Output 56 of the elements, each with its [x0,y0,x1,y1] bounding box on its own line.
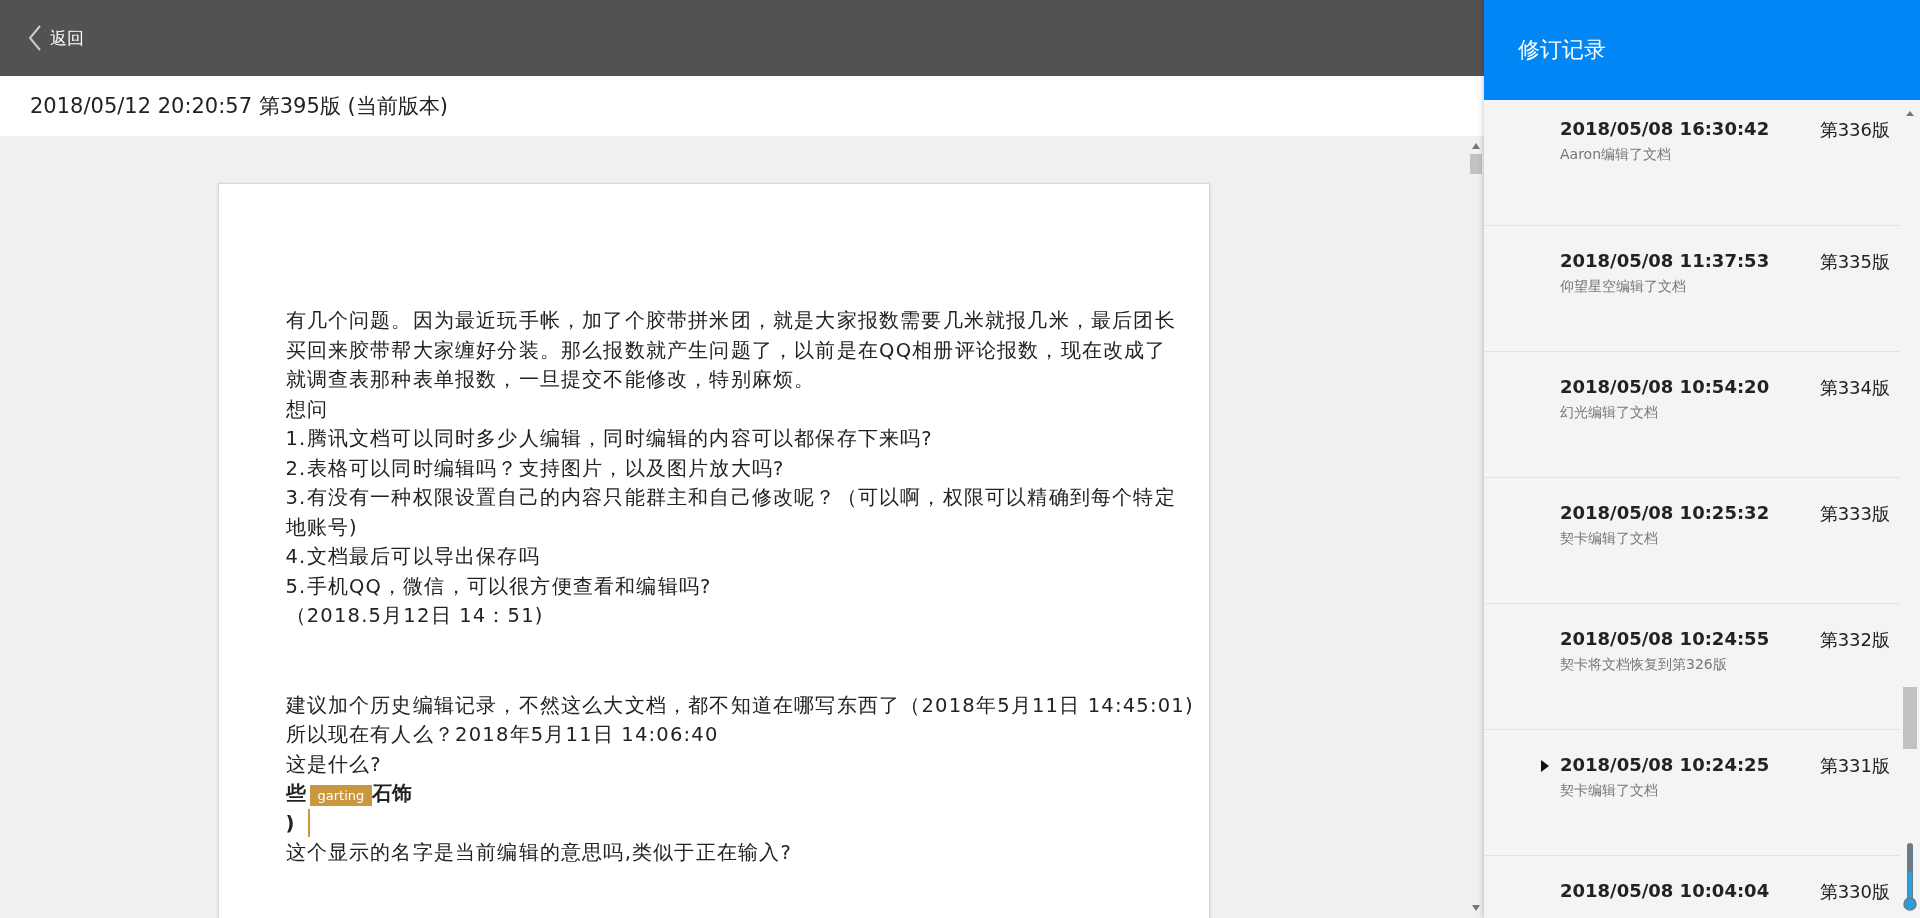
document-text: （2018.5月12日 14：51) [285,603,544,629]
revision-description: 契卡编辑了文档 [1560,530,1659,548]
revision-description: Aaron编辑了文档 [1560,146,1673,164]
revision-version: 第330版 [1819,880,1890,904]
revision-time: 2018/05/08 11:37:53 [1560,250,1771,273]
document-text: 3.有没有一种权限设置自己的内容只能群主和自己修改呢？（可以啊，权限可以精确到每个特定 [285,485,1176,511]
document-text: 想问 [285,396,328,423]
slider-handle-icon[interactable] [1903,842,1917,912]
scrollbar-thumb[interactable] [1469,154,1482,174]
revision-time: 2018/05/08 10:24:25 [1560,754,1771,777]
document-text: 地账号) [285,514,358,541]
revision-time: 2018/05/08 10:04:04 [1560,880,1771,903]
revision-description: 仰望星空编辑了文档 [1560,278,1687,296]
document-text: 有几个问题。因为最近玩手帐，加了个胶带拼米团，就是大家报数需要几米就报几米，最后团长 [285,308,1176,334]
scroll-down-icon[interactable] [1470,904,1481,912]
revision-version: 第331版 [1819,754,1890,778]
panel-title: 修订记录 [1518,36,1606,64]
back-button[interactable]: 返回 [28,24,84,52]
document-text: 所以现在有人么？2018年5月11日 14:06:40 [285,722,719,748]
document-text: 5.手机QQ，微信，可以很方便查看和编辑吗? [285,573,712,600]
document-text: 些 [285,781,306,808]
document-text: 2.表格可以同时编辑吗？支持图片，以及图片放大吗? [285,455,785,482]
document-text: 1.腾讯文档可以同时多少人编辑，同时编辑的内容可以都保存下来吗? [285,426,933,452]
document-text: 4.文档最后可以导出保存吗 [285,544,540,570]
revision-time: 2018/05/08 10:54:20 [1560,376,1771,399]
revision-version: 第332版 [1819,628,1890,652]
revision-item[interactable]: 2018/05/08 10:25:32 第333版 契卡编辑了文档 [1484,478,1900,604]
document-text: 就调查表那种表单报数，一旦提交不能修改，特别麻烦。 [285,367,816,393]
scroll-up-icon[interactable] [1905,110,1915,117]
chevron-left-icon [28,24,42,52]
document-text: ) [285,811,295,835]
document-text: 这是什么? [285,751,382,778]
revision-item[interactable]: 2018/05/08 10:24:25 第331版 契卡编辑了文档 [1484,730,1900,856]
revision-item[interactable]: 2018/05/08 11:37:53 第335版 仰望星空编辑了文档 [1484,226,1900,352]
revision-version: 第334版 [1819,376,1890,400]
revision-time: 2018/05/08 10:24:55 [1560,628,1771,651]
collaborator-cursor-label: garting [309,785,373,807]
revision-time: 2018/05/08 16:30:42 [1560,118,1771,141]
document-text: 这个显示的名字是当前编辑的意思吗,类似于正在输入? [285,840,793,866]
revision-description: 契卡编辑了文档 [1560,782,1659,800]
document-text: 石饰 [372,781,413,808]
version-title: 2018/05/12 20:20:57 第395版 (当前版本) [30,93,448,120]
revision-description: 幻光编辑了文档 [1560,404,1659,422]
revision-description: 契卡将文档恢复到第326版 [1560,656,1728,674]
revision-item[interactable]: 2018/05/08 10:54:20 第334版 幻光编辑了文档 [1484,352,1900,478]
revision-version: 第336版 [1819,118,1890,142]
scrollbar-thumb[interactable] [1903,687,1917,749]
revision-item[interactable]: 2018/05/08 10:24:55 第332版 契卡将文档恢复到第326版 [1484,604,1900,730]
scroll-up-icon[interactable] [1470,142,1481,150]
revision-version: 第333版 [1819,502,1890,526]
revision-time: 2018/05/08 10:25:32 [1560,502,1771,525]
revision-version: 第335版 [1819,250,1890,274]
document-text: 买回来胶带帮大家缠好分装。那么报数就产生问题了，以前是在QQ相册评论报数，现在改成了 [285,337,1167,364]
revision-item[interactable]: 2018/05/08 10:04:04 第330版 [1484,856,1900,918]
document-text: 建议加个历史编辑记录，不然这么大文档，都不知道在哪写东西了（2018年5月11日 14:45:01) [285,692,1194,719]
revision-item[interactable]: 2018/05/08 16:30:42 第336版 Aaron编辑了文档 [1484,100,1900,226]
